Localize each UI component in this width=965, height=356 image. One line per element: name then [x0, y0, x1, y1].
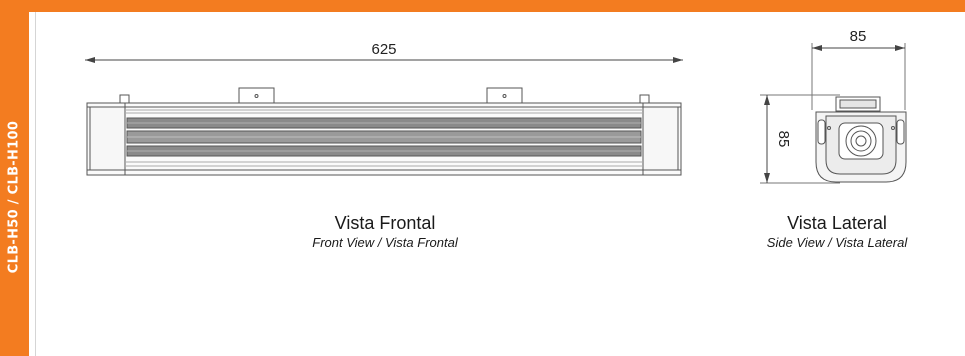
end-clip-left: [119, 94, 130, 104]
front-view-title: Vista Frontal: [334, 213, 436, 233]
mounting-bracket-right: [486, 87, 523, 104]
end-clip-right: [639, 94, 650, 104]
side-slot-left: [817, 119, 826, 145]
side-height-dimension: 85: [775, 131, 792, 148]
side-view-drawing: [760, 43, 907, 184]
mounting-bracket-left: [238, 87, 275, 104]
front-width-dimension: 625: [371, 41, 396, 58]
side-view-caption: Vista Lateral Side View / Vista Lateral: [722, 212, 952, 252]
side-view-subtitle: Side View / Vista Lateral: [766, 235, 908, 250]
side-view-title: Vista Lateral: [787, 213, 887, 233]
front-view-drawing: [85, 57, 683, 176]
technical-drawing: 625 85 85: [85, 28, 907, 184]
front-view-caption: Vista Frontal Front View / Vista Frontal: [270, 212, 500, 252]
side-lens: [838, 122, 884, 160]
side-width-dimension: 85: [850, 28, 867, 45]
front-view-subtitle: Front View / Vista Frontal: [312, 235, 458, 250]
side-slot-right: [896, 119, 905, 145]
